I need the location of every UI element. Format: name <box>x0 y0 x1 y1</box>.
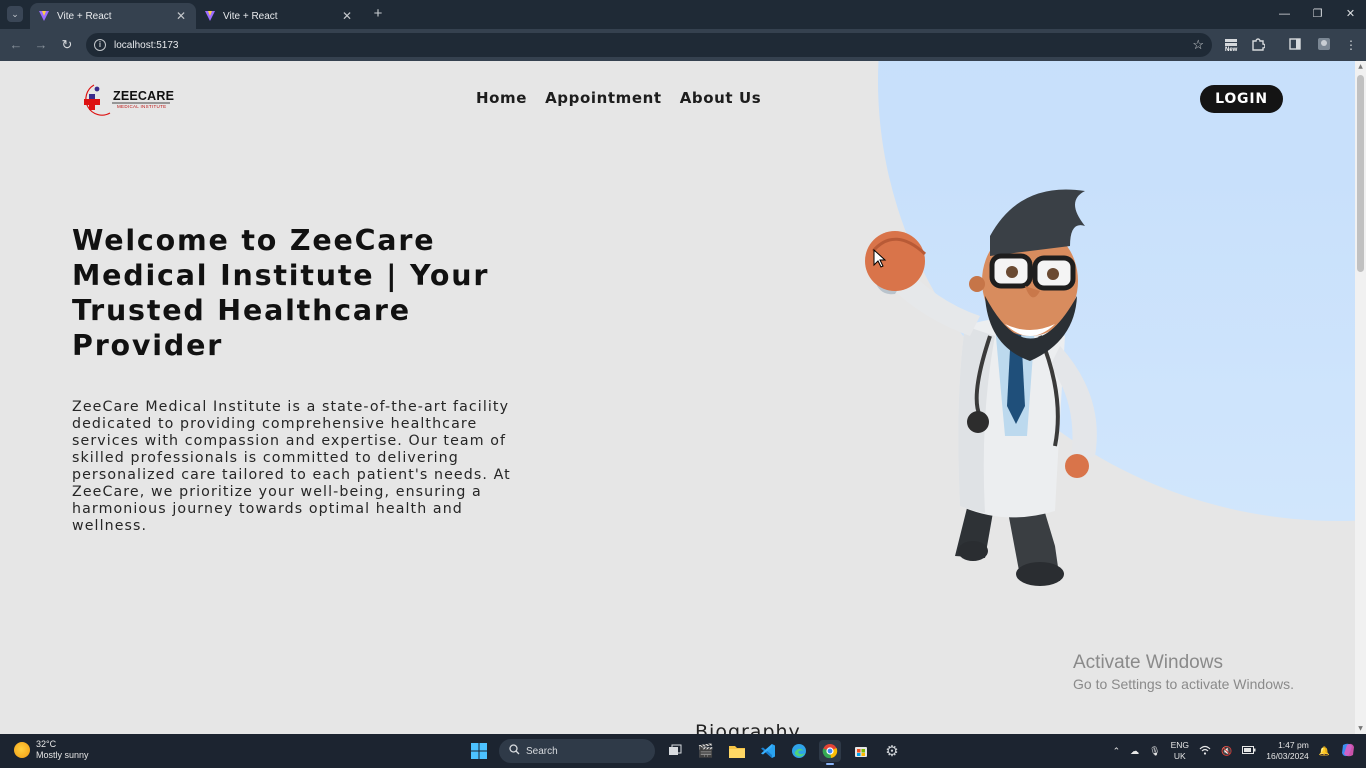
login-button[interactable]: LOGIN <box>1200 85 1283 113</box>
reload-icon[interactable]: ↻ <box>58 36 76 54</box>
microsoft-store-icon[interactable] <box>850 740 872 762</box>
onedrive-cloud-icon[interactable]: ☁ <box>1130 746 1139 757</box>
close-tab-icon[interactable]: ✕ <box>340 9 354 23</box>
windows-start-icon[interactable] <box>468 740 490 762</box>
tab-title: Vite + React <box>223 10 278 22</box>
back-arrow-icon[interactable]: ← <box>7 36 25 54</box>
taskbar-clock[interactable]: 1:47 pm 16/03/2024 <box>1266 740 1309 762</box>
language-indicator[interactable]: ENG UK <box>1171 740 1189 762</box>
settings-gear-icon[interactable]: ⚙ <box>881 740 903 762</box>
taskbar-apps: Search 🎬 ⚙ <box>468 738 903 765</box>
vscode-icon[interactable] <box>757 740 779 762</box>
doctor-illustration <box>865 189 1097 586</box>
tab-title: Vite + React <box>57 10 112 22</box>
biography-heading: Biography <box>695 721 801 734</box>
nav-link-appointment[interactable]: Appointment <box>545 89 662 107</box>
browser-toolbar: ← → ↻ i localhost:5173 ☆ New ⋮ <box>0 29 1366 61</box>
clock-time: 1:47 pm <box>1278 740 1309 750</box>
volume-muted-icon[interactable]: 🔇 <box>1221 746 1232 757</box>
activate-windows-watermark: Activate Windows Go to Settings to activ… <box>1073 652 1294 695</box>
edge-browser-icon[interactable] <box>788 740 810 762</box>
main-nav: Home Appointment About Us <box>476 89 761 107</box>
show-hidden-icons-chevron-icon[interactable]: ⌃ <box>1113 746 1121 757</box>
weather-widget[interactable]: 32°C Mostly sunny <box>14 739 89 761</box>
browser-tab-bar: ⌄ Vite + React ✕ Vite + React ✕ + — ❐ ✕ <box>0 0 1366 29</box>
browser-tab-2[interactable]: Vite + React ✕ <box>196 3 362 29</box>
weather-condition: Mostly sunny <box>36 750 89 760</box>
new-badge: New <box>1225 47 1238 53</box>
video-editor-icon[interactable]: 🎬 <box>695 740 717 762</box>
browser-tab-1[interactable]: Vite + React ✕ <box>30 3 196 29</box>
minimize-window-icon[interactable]: — <box>1268 0 1301 29</box>
zeecare-logo[interactable]: ZEECARE MEDICAL INSTITUTE <box>80 82 175 118</box>
web-page: ZEECARE MEDICAL INSTITUTE Home Appointme… <box>0 61 1355 734</box>
clock-date: 16/03/2024 <box>1266 751 1309 761</box>
new-tab-button[interactable]: + <box>370 6 386 22</box>
taskbar-search-box[interactable]: Search <box>499 739 655 763</box>
copilot-icon[interactable] <box>1340 742 1356 760</box>
system-tray: ⌃ ☁ 🎙 ENG UK 🔇 1:47 pm 16/03/2024 🔔 <box>1113 734 1356 768</box>
battery-icon[interactable] <box>1242 746 1256 756</box>
close-tab-icon[interactable]: ✕ <box>174 9 188 23</box>
weather-temp: 32°C <box>36 739 57 749</box>
notification-bell-icon[interactable]: 🔔 <box>1319 746 1330 757</box>
wifi-icon[interactable] <box>1199 745 1211 757</box>
search-placeholder: Search <box>526 745 558 757</box>
address-url[interactable]: localhost:5173 <box>114 40 179 51</box>
close-window-icon[interactable]: ✕ <box>1334 0 1366 29</box>
sunny-weather-icon <box>14 742 30 758</box>
language-region: UK <box>1173 751 1186 761</box>
vite-favicon-icon <box>204 10 216 22</box>
watermark-line-2: Go to Settings to activate Windows. <box>1073 676 1294 692</box>
site-info-icon[interactable]: i <box>94 39 106 51</box>
extensions-puzzle-icon[interactable] <box>1250 37 1266 53</box>
chrome-browser-icon[interactable] <box>819 740 841 765</box>
vite-favicon-icon <box>38 10 50 22</box>
profile-avatar-icon[interactable] <box>1316 37 1332 53</box>
restore-window-icon[interactable]: ❐ <box>1301 0 1334 29</box>
nav-link-about-us[interactable]: About Us <box>680 89 762 107</box>
nav-link-home[interactable]: Home <box>476 89 527 107</box>
logo-name: ZEECARE <box>113 89 175 103</box>
mouse-cursor-icon <box>873 249 887 268</box>
microphone-icon[interactable]: 🎙 <box>1149 746 1160 757</box>
scroll-down-arrow-icon[interactable]: ▼ <box>1355 725 1366 732</box>
tab-search-chevron-icon[interactable]: ⌄ <box>7 6 23 22</box>
task-view-icon[interactable] <box>664 740 686 762</box>
page-scrollbar[interactable]: ▲ ▼ <box>1355 61 1366 734</box>
language-code: ENG <box>1170 740 1190 750</box>
file-explorer-icon[interactable] <box>726 740 748 762</box>
search-icon <box>509 744 520 758</box>
forward-arrow-icon[interactable]: → <box>32 36 50 54</box>
hero-description: ZeeCare Medical Institute is a state-of-… <box>72 399 511 534</box>
side-panel-icon[interactable] <box>1287 37 1303 53</box>
windows-taskbar: 32°C Mostly sunny Search 🎬 ⚙ ⌃ ☁ 🎙 ENG U… <box>0 734 1366 768</box>
address-bar[interactable]: i localhost:5173 ☆ <box>86 33 1212 57</box>
hero-title: Welcome to ZeeCare Medical Institute | Y… <box>72 224 490 362</box>
bookmark-star-icon[interactable]: ☆ <box>1192 37 1204 53</box>
scroll-up-arrow-icon[interactable]: ▲ <box>1355 63 1366 70</box>
browser-menu-kebab-icon[interactable]: ⋮ <box>1343 37 1359 53</box>
scrollbar-thumb[interactable] <box>1357 75 1364 272</box>
watermark-line-1: Activate Windows <box>1073 652 1223 673</box>
